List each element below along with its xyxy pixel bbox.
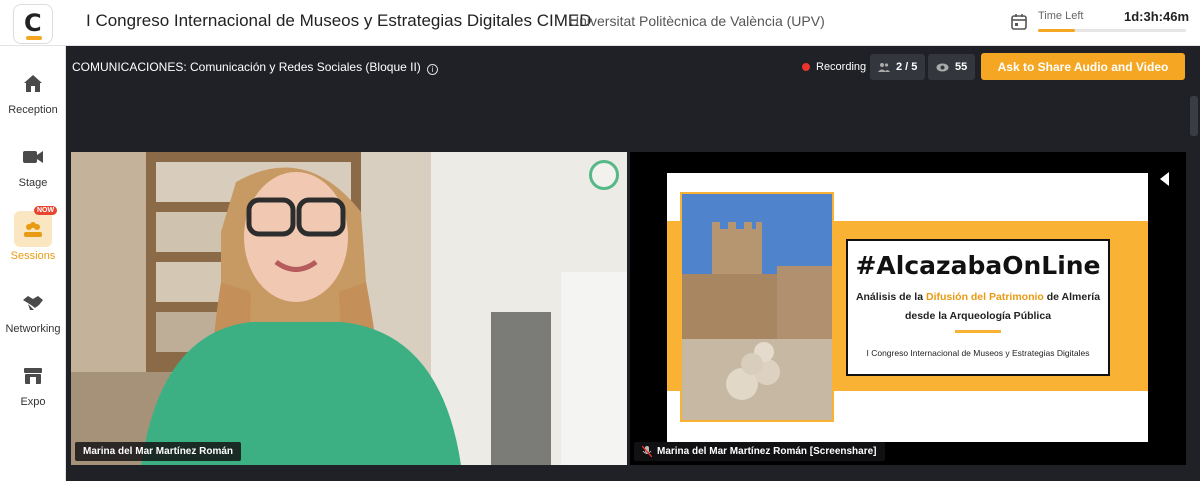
sidebar-item-sessions[interactable]: NOW Sessions	[0, 206, 66, 288]
slide-subtitle-line1: Análisis de la Difusión del Patrimonio d…	[848, 291, 1108, 303]
slide-sub1-pre: Análisis de la	[855, 291, 924, 303]
app-logo[interactable]: C	[13, 4, 53, 44]
participant-name-tag: Marina del Mar Martínez Román	[75, 442, 242, 461]
session-title: COMUNICACIONES: Comunicación y Redes Soc…	[72, 60, 439, 75]
sidebar-item-stage[interactable]: Stage	[0, 145, 66, 215]
participant-name: Marina del Mar Martínez Román [Screensha…	[657, 446, 877, 457]
users-icon	[878, 63, 890, 72]
participant-name: Marina del Mar Martínez Román	[83, 446, 234, 457]
sidebar-item-expo[interactable]: Expo	[0, 364, 66, 434]
microphone-muted-icon	[642, 446, 652, 457]
session-title-text: COMUNICACIONES: Comunicación y Redes Soc…	[72, 60, 421, 74]
time-progress-fill	[1038, 29, 1075, 32]
organizer-name: Universitat Politècnica de València (UPV…	[569, 13, 825, 29]
sidebar-item-label: Networking	[5, 323, 61, 335]
recording-dot-icon	[802, 63, 810, 71]
slide-title-box: #AlcazabaOnLine Análisis de la Difusión …	[846, 239, 1110, 376]
views-count[interactable]: 55	[928, 54, 976, 80]
slide-sub1-post: de Almería	[1046, 291, 1101, 303]
slide-hashtag: #AlcazabaOnLine	[855, 251, 1101, 280]
video-camera-icon	[23, 151, 43, 163]
info-icon[interactable]: i	[427, 64, 439, 75]
handshake-icon	[23, 296, 43, 310]
slide-subtitle-line2: desde la Arqueología Pública	[904, 310, 1052, 322]
speaking-indicator-icon	[589, 160, 619, 190]
attendees-count[interactable]: 2 / 5	[870, 54, 926, 80]
video-tile-screenshare[interactable]: #AlcazabaOnLine Análisis de la Difusión …	[630, 152, 1186, 465]
sidebar-item-label: Sessions	[10, 250, 56, 262]
eye-icon	[936, 63, 949, 71]
top-header: C I Congreso Internacional de Museos y E…	[0, 0, 1200, 46]
slide-sub1-highlight: Difusión del Patrimonio	[925, 291, 1044, 303]
home-icon	[24, 75, 42, 92]
ask-to-share-button[interactable]: Ask to Share Audio and Video	[981, 53, 1185, 80]
sidebar-item-label: Reception	[8, 104, 58, 116]
logo-letter: C	[24, 9, 42, 37]
now-badge: NOW	[34, 206, 58, 215]
scrollbar[interactable]	[1190, 96, 1198, 136]
session-stage: COMUNICACIONES: Comunicación y Redes Soc…	[66, 46, 1200, 481]
time-left-value: 1d:3h:46m	[1124, 9, 1190, 24]
sidebar-item-label: Expo	[20, 396, 46, 408]
sidebar-nav: Reception Stage NOW Sessions Networking	[0, 46, 66, 481]
slide-divider	[955, 330, 1001, 333]
store-icon	[24, 368, 42, 384]
recording-label: Recording	[816, 61, 867, 73]
participant-name-tag: Marina del Mar Martínez Román [Screensha…	[634, 442, 885, 461]
logo-accent	[26, 36, 42, 40]
recording-indicator: Recording	[796, 54, 872, 80]
castle-image	[682, 194, 832, 420]
calendar-icon	[1011, 14, 1027, 30]
slide-congress-name: I Congreso Internacional de Museos y Est…	[866, 348, 1090, 358]
sidebar-item-label: Stage	[18, 177, 48, 189]
slide-castle-photo	[680, 192, 834, 422]
sidebar-item-networking[interactable]: Networking	[0, 291, 66, 361]
video-tile-camera[interactable]: Marina del Mar Martínez Román	[71, 152, 627, 465]
time-progress-track	[1038, 29, 1186, 32]
sessions-icon	[24, 222, 42, 237]
time-left-label: Time Left	[1038, 10, 1084, 22]
event-title: I Congreso Internacional de Museos y Est…	[86, 11, 592, 30]
attendees-value: 2 / 5	[896, 61, 918, 73]
camera-feed-image	[71, 152, 627, 465]
mouse-cursor-icon	[1160, 172, 1169, 186]
shared-slide: #AlcazabaOnLine Análisis de la Difusión …	[667, 173, 1148, 442]
views-value: 55	[955, 61, 968, 73]
sidebar-item-reception[interactable]: Reception	[0, 72, 66, 142]
